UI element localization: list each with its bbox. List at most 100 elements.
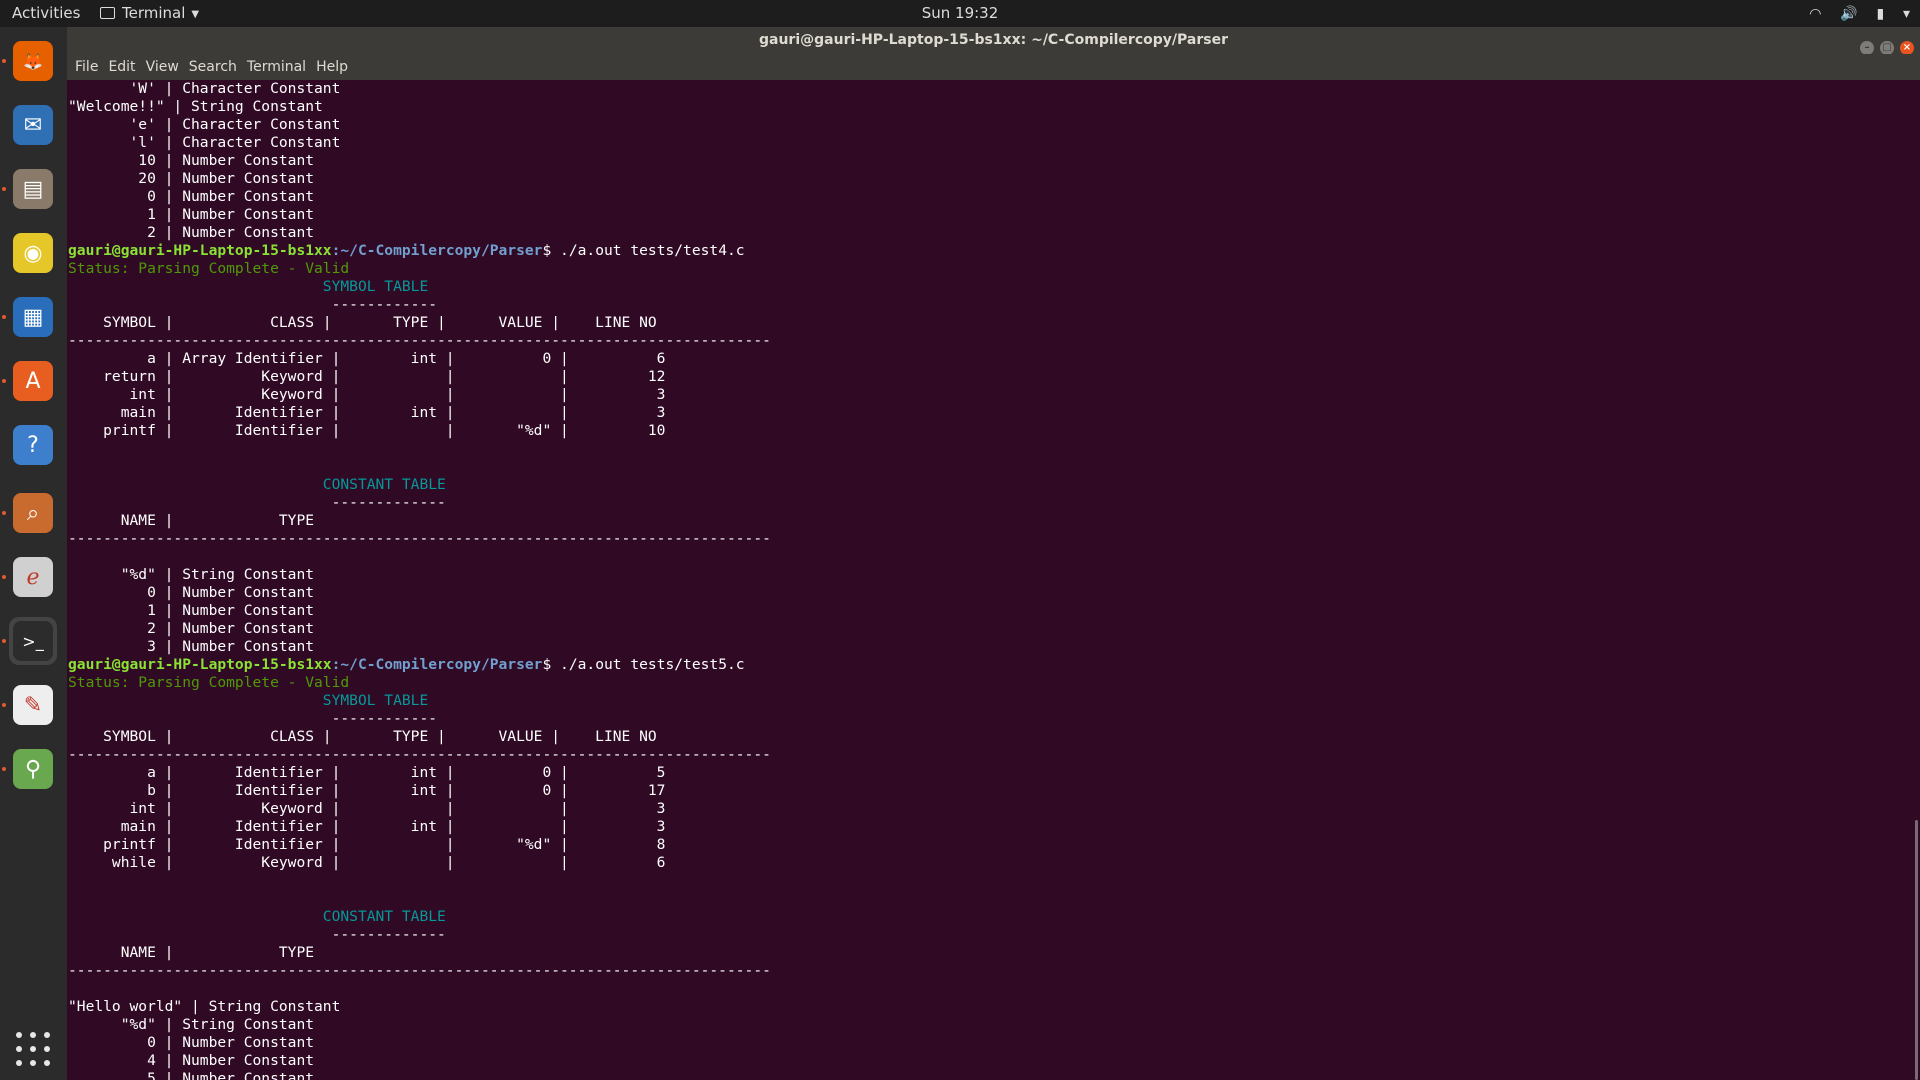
text-editor-icon-glyph: ✎ [13, 685, 53, 725]
close-icon[interactable]: × [1900, 41, 1914, 55]
system-tray[interactable]: ◠ 🔊 ▮ ▾ [1795, 0, 1910, 27]
text-editor-icon[interactable]: ✎ [9, 681, 57, 729]
tray-menu-caret: ▾ [1902, 6, 1910, 22]
apps-grid-dot [16, 1032, 22, 1038]
output-line: 20 | Number Constant [68, 170, 315, 187]
prompt-line: gauri@gauri-HP-Laptop-15-bs1xx:~/C-Compi… [68, 656, 1920, 674]
running-indicator [2, 767, 6, 771]
output-line: 'e' | Character Constant [68, 116, 341, 133]
output-line: CONSTANT TABLE [68, 908, 446, 925]
rhythmbox-icon-glyph: ◉ [13, 233, 53, 273]
running-indicator [2, 703, 6, 707]
output-line: ----------------------------------------… [68, 332, 771, 349]
menu-help[interactable]: Help [312, 54, 348, 80]
app-menu-button[interactable]: Terminal ▼ [100, 0, 199, 27]
apps-grid-dot [30, 1060, 36, 1066]
output-line: SYMBOL TABLE [68, 692, 429, 709]
prompt-line: gauri@gauri-HP-Laptop-15-bs1xx:~/C-Compi… [68, 242, 1920, 260]
output-line: 2 | Number Constant [68, 224, 315, 241]
terminal-icon[interactable]: >_ [9, 617, 57, 665]
output-line: "Hello world" | String Constant [68, 998, 341, 1015]
top-bar: Activities Terminal ▼ Sun 19:32 ◠ 🔊 ▮ ▾ [0, 0, 1920, 27]
output-line: SYMBOL | CLASS | TYPE | VALUE | LINE NO [68, 314, 657, 331]
apps-grid-dot [16, 1046, 22, 1052]
output-line: ----------------------------------------… [68, 962, 771, 979]
menu-file[interactable]: File [71, 54, 98, 80]
libreoffice-writer-icon-glyph: ▦ [13, 297, 53, 337]
running-indicator [2, 511, 6, 515]
output-line: 0 | Number Constant [68, 584, 315, 601]
output-line: 10 | Number Constant [68, 152, 315, 169]
running-indicator [2, 379, 6, 383]
output-line: a | Identifier | int | 0 | 5 [68, 764, 666, 781]
menu-edit[interactable]: Edit [104, 54, 135, 80]
output-line: ----------------------------------------… [68, 746, 771, 763]
files-icon-glyph: ▤ [13, 169, 53, 209]
output-line: 'W' | Character Constant [68, 80, 341, 97]
running-indicator [2, 59, 6, 63]
thunderbird-icon[interactable]: ✉ [9, 101, 57, 149]
rhythmbox-icon[interactable]: ◉ [9, 229, 57, 277]
output-line: "Welcome!!" | String Constant [68, 98, 323, 115]
running-indicator [2, 315, 6, 319]
minimize-icon[interactable]: – [1860, 41, 1874, 55]
apps-grid-dot [16, 1060, 22, 1066]
window-titlebar[interactable]: gauri@gauri-HP-Laptop-15-bs1xx: ~/C-Comp… [67, 27, 1920, 55]
output-line: int | Keyword | | | 3 [68, 386, 666, 403]
terminal-text: 'W' | Character Constant "Welcome!!" | St… [67, 80, 1920, 1080]
prompt-path: :~/C-Compilercopy/Parser [331, 656, 543, 673]
volume-icon: 🔊 [1840, 6, 1858, 22]
thunderbird-icon-glyph: ✉ [13, 105, 53, 145]
menu-terminal[interactable]: Terminal [243, 54, 306, 80]
terminal-output[interactable]: 'W' | Character Constant "Welcome!!" | St… [67, 80, 1920, 1080]
menu-bar: File Edit View Search Terminal Help [67, 54, 1920, 80]
firefox-icon[interactable]: 🦊 [9, 37, 57, 85]
output-line: "%d" | String Constant [68, 566, 315, 583]
output-line: 2 | Number Constant [68, 620, 315, 637]
output-line: 0 | Number Constant [68, 188, 315, 205]
running-indicator [2, 575, 6, 579]
running-indicator [2, 639, 6, 643]
scrollbar[interactable] [1915, 820, 1918, 1080]
help-icon[interactable]: ? [9, 421, 57, 469]
prompt-path: :~/C-Compilercopy/Parser [331, 242, 543, 259]
output-line: 5 | Number Constant [68, 1070, 315, 1080]
output-line: printf | Identifier | | "%d" | 8 [68, 836, 666, 853]
output-line: Status: Parsing Complete - Valid [68, 674, 350, 691]
activities-button[interactable]: Activities [12, 0, 80, 27]
wifi-icon: ◠ [1809, 6, 1822, 22]
output-line: ------------ [68, 296, 438, 313]
output-line: printf | Identifier | | "%d" | 10 [68, 422, 666, 439]
output-line: ------------- [68, 926, 446, 943]
evince-icon-glyph: ℯ [13, 557, 53, 597]
image-viewer-icon-glyph: ⚲ [13, 749, 53, 789]
libreoffice-writer-icon[interactable]: ▦ [9, 293, 57, 341]
output-line: NAME | TYPE [68, 512, 315, 529]
output-line: 0 | Number Constant [68, 1034, 315, 1051]
archive-manager-icon[interactable]: ⌕ [9, 489, 57, 537]
output-line: SYMBOL TABLE [68, 278, 429, 295]
firefox-icon-glyph: 🦊 [13, 41, 53, 81]
files-icon[interactable]: ▤ [9, 165, 57, 213]
menu-search[interactable]: Search [185, 54, 237, 80]
dock: 🦊 ✉ ▤ ◉ ▦ A? ⌕ ℯ >_ ✎ ⚲ [0, 27, 67, 1080]
evince-icon[interactable]: ℯ [9, 553, 57, 601]
clock[interactable]: Sun 19:32 [0, 0, 1920, 27]
output-line: ------------- [68, 494, 446, 511]
apps-grid-dot [30, 1046, 36, 1052]
software-center-icon[interactable]: A [9, 357, 57, 405]
menu-view[interactable]: View [142, 54, 179, 80]
output-line: return | Keyword | | | 12 [68, 368, 666, 385]
image-viewer-icon[interactable]: ⚲ [9, 745, 57, 793]
output-line: 1 | Number Constant [68, 602, 315, 619]
output-line: Status: Parsing Complete - Valid [68, 260, 350, 277]
terminal-window: gauri@gauri-HP-Laptop-15-bs1xx: ~/C-Comp… [67, 27, 1920, 1080]
window-title: gauri@gauri-HP-Laptop-15-bs1xx: ~/C-Comp… [759, 32, 1228, 48]
show-applications-icon[interactable] [14, 1030, 52, 1068]
prompt-symbol: $ [542, 656, 561, 673]
output-line: SYMBOL | CLASS | TYPE | VALUE | LINE NO [68, 728, 657, 745]
output-line: main | Identifier | int | | 3 [68, 404, 666, 421]
maximize-icon[interactable]: □ [1880, 41, 1894, 55]
